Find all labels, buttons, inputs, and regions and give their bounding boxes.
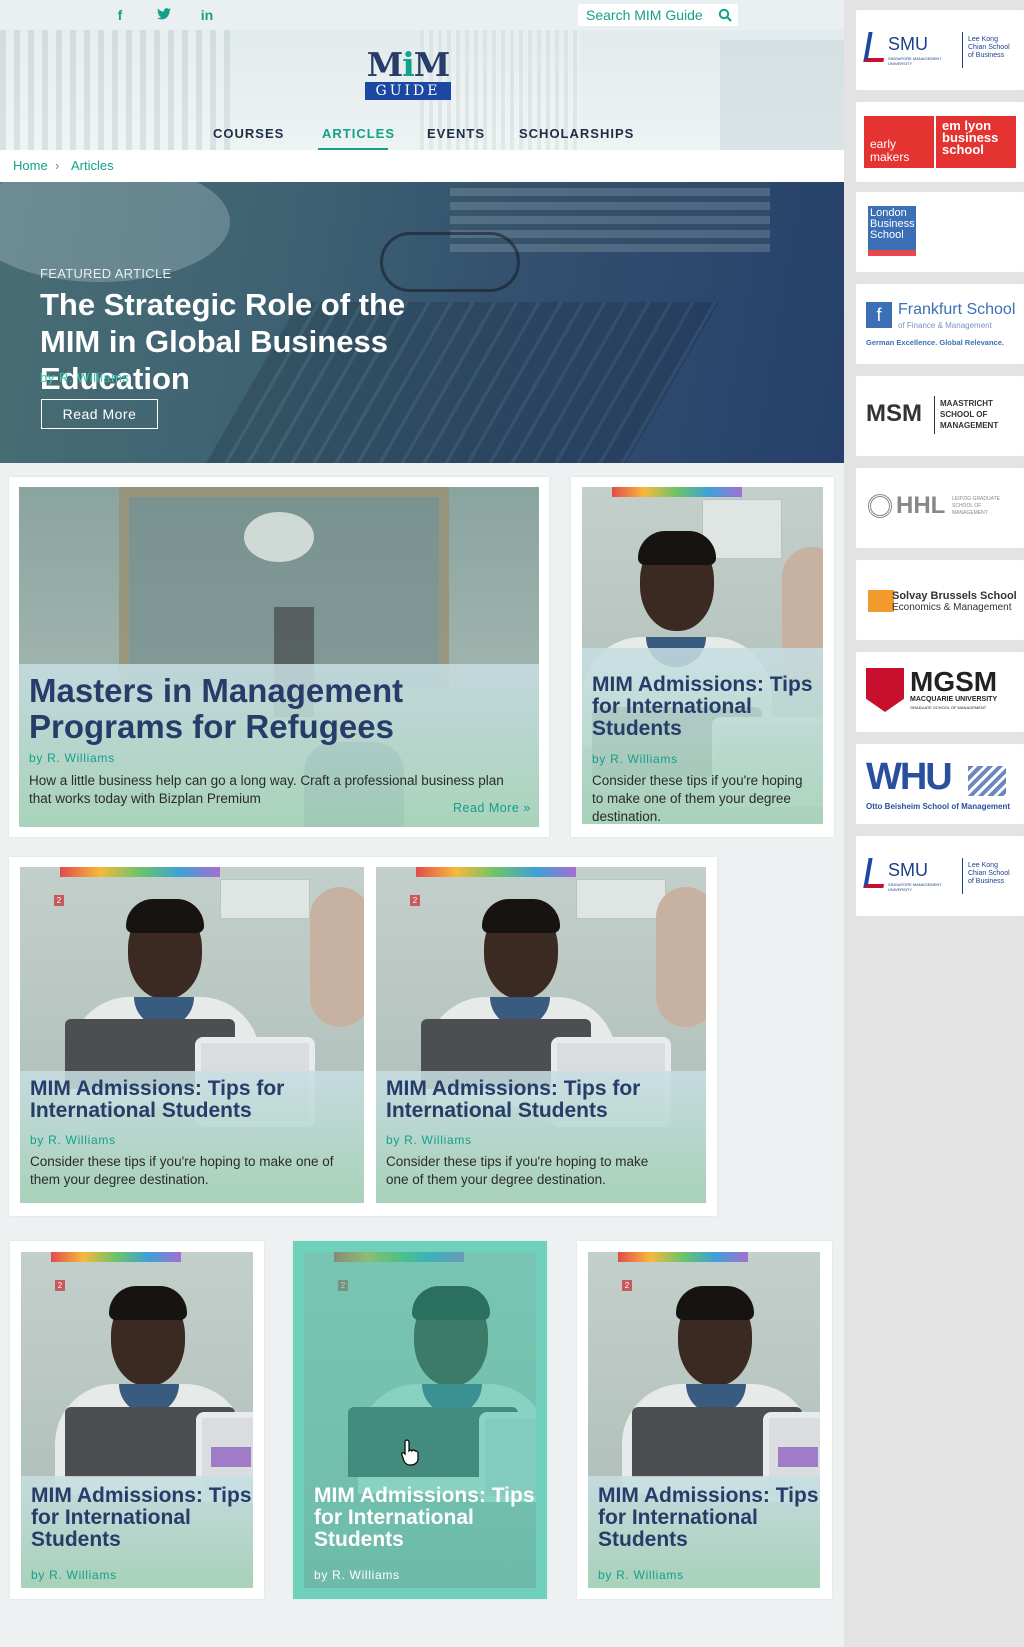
logo-guide-bar: GUIDE [365, 82, 451, 100]
nav-courses[interactable]: COURSES [213, 126, 284, 141]
article-author[interactable]: by R. Williams [592, 752, 678, 766]
facebook-icon[interactable]: f [110, 7, 130, 23]
article-title[interactable]: MIM Admissions: Tips for International S… [598, 1485, 826, 1551]
breadcrumb-home[interactable]: Home [13, 158, 48, 173]
article-card[interactable]: 2 MIM Admissions: Tips for International… [10, 1241, 264, 1599]
nav-events[interactable]: EVENTS [427, 126, 485, 141]
search-placeholder: Search MIM Guide [586, 7, 703, 23]
read-more-button[interactable]: Read More [41, 399, 158, 429]
article-author[interactable]: by R. Williams [31, 1568, 117, 1582]
article-card[interactable]: MIM Admissions: Tips for International S… [571, 477, 834, 837]
nav-articles[interactable]: ARTICLES [322, 126, 395, 141]
partner-logo-solvay[interactable]: Solvay Brussels School Economics & Manag… [856, 560, 1024, 640]
article-title[interactable]: MIM Admissions: Tips for International S… [314, 1485, 542, 1551]
article-description: Consider these tips if you're hoping to … [386, 1154, 649, 1187]
article-description: Consider these tips if you're hoping to … [592, 773, 803, 824]
partner-logo-smu-repeat[interactable]: SMU SINGAPORE MANAGEMENT UNIVERSITY Lee … [856, 836, 1024, 916]
article-author[interactable]: by R. Williams [386, 1133, 472, 1147]
header-background-chair [720, 40, 844, 150]
top-bar: f in Search MIM Guide [0, 0, 844, 30]
article-author[interactable]: by R. Williams [314, 1568, 400, 1582]
article-title[interactable]: MIM Admissions: Tips for International S… [386, 1078, 686, 1122]
breadcrumb-separator-icon: › [55, 158, 60, 173]
partner-logo-whu[interactable]: WHU Otto Beisheim School of Management [856, 744, 1024, 824]
article-card-pair: 2 MIM Admissions: Tips for International… [9, 857, 717, 1216]
article-author[interactable]: by R. Williams [598, 1568, 684, 1582]
header-background-shelves [0, 30, 230, 150]
article-description: Consider these tips if you're hoping to … [30, 1154, 334, 1187]
partner-logo-emlyon[interactable]: early makers em lyon business school [856, 102, 1024, 182]
read-more-link[interactable]: Read More » [453, 801, 531, 815]
search-icon[interactable] [718, 8, 732, 22]
featured-article-hero[interactable]: FEATURED ARTICLE The Strategic Role of t… [0, 182, 844, 463]
partner-logo-smu[interactable]: SMU SINGAPORE MANAGEMENT UNIVERSITY Lee … [856, 10, 1024, 90]
breadcrumb-articles[interactable]: Articles [71, 158, 114, 173]
sidebar-partner-logos: SMU SINGAPORE MANAGEMENT UNIVERSITY Lee … [844, 0, 1024, 1647]
article-title[interactable]: MIM Admissions: Tips for International S… [30, 1078, 350, 1122]
partner-logo-london-business-school[interactable]: London Business School [856, 192, 1024, 272]
partner-logo-hhl[interactable]: HHL LEIPZIG GRADUATE SCHOOL OF MANAGEMEN… [856, 468, 1024, 548]
featured-label: FEATURED ARTICLE [40, 266, 172, 281]
article-title[interactable]: MIM Admissions: Tips for International S… [31, 1485, 259, 1551]
search-input[interactable]: Search MIM Guide [578, 4, 738, 26]
breadcrumb: Home › Articles [0, 150, 844, 182]
hand-cursor-icon [401, 1439, 419, 1466]
hero-background-glasses [380, 232, 520, 292]
article-card-hovered[interactable]: 2 MIM Admissions: Tips for International… [293, 1241, 547, 1599]
article-title[interactable]: MIM Admissions: Tips for International S… [592, 674, 820, 740]
logo-wordmark: MiM [366, 45, 451, 84]
article-author[interactable]: by R. Williams [30, 1133, 116, 1147]
hero-author[interactable]: by R. Williams [40, 370, 129, 385]
article-title[interactable]: Masters in Management Programs for Refug… [29, 673, 529, 745]
partner-logo-msm[interactable]: MSM MAASTRICHT SCHOOL OF MANAGEMENT [856, 376, 1024, 456]
mim-guide-logo[interactable]: MiM GUIDE [364, 48, 452, 102]
linkedin-icon[interactable]: in [197, 7, 217, 23]
article-description: How a little business help can go a long… [29, 773, 504, 806]
article-card[interactable]: 2 MIM Admissions: Tips for International… [577, 1241, 832, 1599]
article-author[interactable]: by R. Williams [29, 751, 115, 765]
twitter-icon[interactable] [154, 7, 174, 23]
nav-scholarships[interactable]: SCHOLARSHIPS [519, 126, 634, 141]
partner-logo-frankfurt-school[interactable]: f Frankfurt School of Finance & Manageme… [856, 284, 1024, 364]
partner-logo-mgsm[interactable]: MGSM MACQUARIE UNIVERSITY GRADUATE SCHOO… [856, 652, 1024, 732]
article-card[interactable]: Masters in Management Programs for Refug… [9, 477, 549, 837]
site-header: f in Search MIM Guide MiM GUIDE COURSES … [0, 0, 844, 150]
